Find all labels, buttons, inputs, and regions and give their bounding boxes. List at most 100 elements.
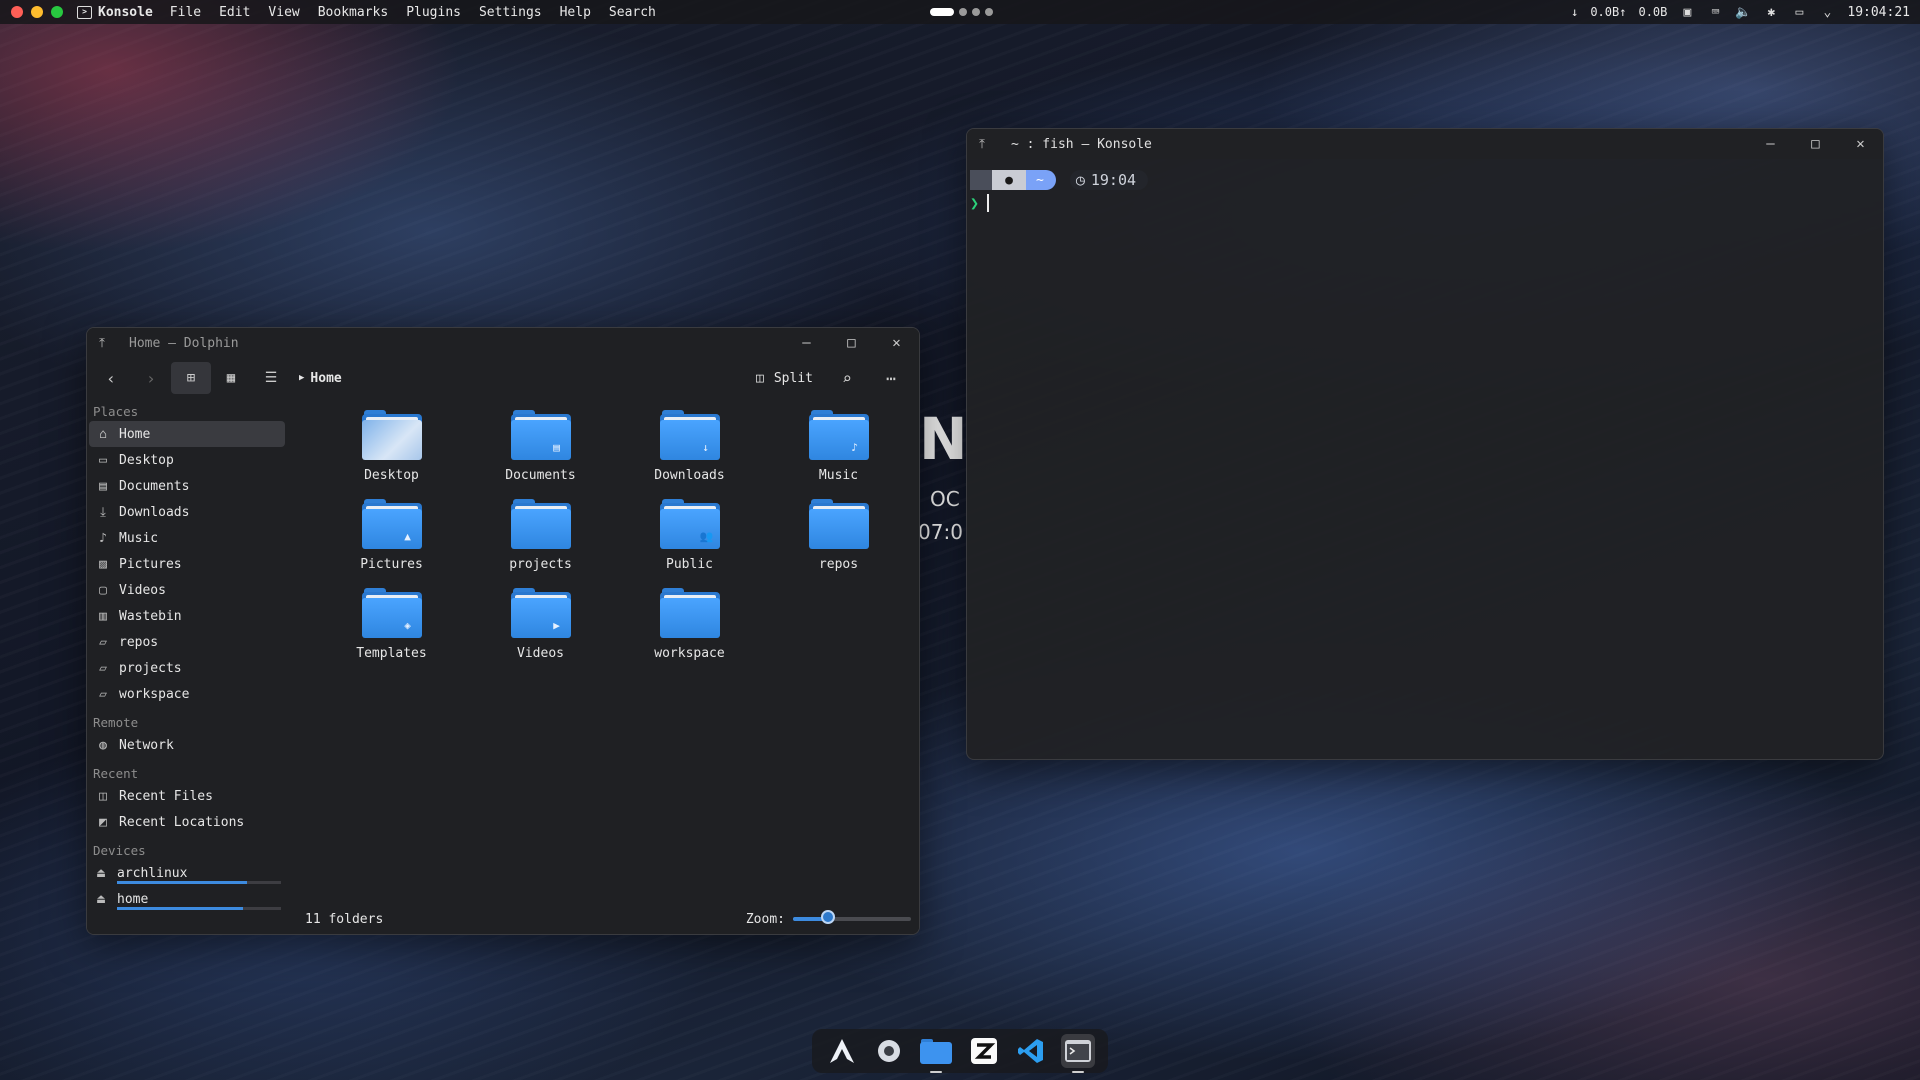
- minimize-button[interactable]: –: [1748, 129, 1793, 159]
- sidebar-item-recent-files[interactable]: ◫ Recent Files: [89, 783, 285, 809]
- folder-emblem-icon: ▤: [553, 441, 560, 454]
- desktop-2[interactable]: [959, 8, 967, 16]
- clock[interactable]: 19:04:21: [1847, 5, 1910, 20]
- settings-icon[interactable]: [872, 1034, 906, 1068]
- sidebar-item-downloads[interactable]: ⤓ Downloads: [89, 499, 285, 525]
- device-home[interactable]: ⏏ home: [87, 886, 287, 912]
- folder-icon: 👥: [659, 499, 720, 549]
- maximize-dot[interactable]: [51, 6, 63, 18]
- folder-item[interactable]: ↓ Downloads: [615, 410, 764, 483]
- menu-view[interactable]: View: [259, 5, 308, 20]
- menu-bookmarks[interactable]: Bookmarks: [309, 5, 397, 20]
- details-view-button[interactable]: ☰: [251, 362, 291, 394]
- chevron-down-icon[interactable]: ⌄: [1819, 5, 1835, 20]
- folder-item[interactable]: repos: [764, 499, 913, 572]
- menu-edit[interactable]: Edit: [210, 5, 259, 20]
- minimize-dot[interactable]: [31, 6, 43, 18]
- folder-item[interactable]: ▲ Pictures: [317, 499, 466, 572]
- folder-label: Videos: [517, 646, 564, 661]
- input-line[interactable]: ❯: [970, 194, 1880, 212]
- folder-label: repos: [818, 557, 859, 572]
- terminal-icon[interactable]: [1061, 1034, 1096, 1073]
- folder-icon: [361, 410, 422, 460]
- compact-view-button[interactable]: ▦: [211, 362, 251, 394]
- desktop-1[interactable]: [930, 8, 954, 16]
- sidebar-item-repos[interactable]: ▱ repos: [89, 629, 285, 655]
- folder-emblem-icon: 👥: [699, 530, 714, 543]
- minimize-button[interactable]: –: [784, 328, 829, 358]
- sidebar-item-projects[interactable]: ▱ projects: [89, 655, 285, 681]
- zed-icon[interactable]: [967, 1034, 1001, 1068]
- folder-item[interactable]: ▶ Videos: [466, 588, 615, 661]
- arch-launcher-icon[interactable]: [825, 1034, 859, 1068]
- sidebar-item-documents[interactable]: ▤ Documents: [89, 473, 285, 499]
- close-button[interactable]: ✕: [874, 328, 919, 358]
- maximize-button[interactable]: □: [829, 328, 874, 358]
- sidebar-item-network[interactable]: ◍ Network: [89, 732, 285, 758]
- konsole-titlebar[interactable]: ⤒ ~ : fish — Konsole – □ ✕: [967, 129, 1883, 159]
- terminal-tray-icon[interactable]: ▣: [1679, 5, 1695, 20]
- folder-icon: [510, 499, 571, 549]
- menu-settings[interactable]: Settings: [470, 5, 551, 20]
- sidebar-item-home[interactable]: ⌂ Home: [89, 421, 285, 447]
- folder-item[interactable]: ♪ Music: [764, 410, 913, 483]
- split-button[interactable]: ◫ Split: [746, 371, 823, 386]
- pin-icon[interactable]: ⤒: [967, 137, 997, 152]
- menu-search[interactable]: Search: [600, 5, 665, 20]
- file-view[interactable]: Desktop ▤ Documents ↓ Downloads ♪ Music ▲ Pictur…: [293, 398, 919, 904]
- vscode-icon[interactable]: [1014, 1034, 1048, 1068]
- desktop-3[interactable]: [972, 8, 980, 16]
- zoom-slider[interactable]: [793, 910, 911, 924]
- maximize-button[interactable]: □: [1793, 129, 1838, 159]
- forward-button[interactable]: ›: [131, 362, 171, 394]
- virtual-desktop-pager: [930, 8, 993, 16]
- menu-help[interactable]: Help: [551, 5, 600, 20]
- close-button[interactable]: ✕: [1838, 129, 1883, 159]
- folder-grid: Desktop ▤ Documents ↓ Downloads ♪ Music ▲ Pictur…: [317, 410, 913, 661]
- sidebar-item-pictures[interactable]: ▨ Pictures: [89, 551, 285, 577]
- wallpaper-time-text: 07:0: [918, 520, 963, 544]
- files-icon[interactable]: [919, 1034, 953, 1073]
- breadcrumb-home[interactable]: Home: [310, 371, 341, 386]
- sidebar-item-desktop[interactable]: ▭ Desktop: [89, 447, 285, 473]
- sidebar-item-workspace[interactable]: ▱ workspace: [89, 681, 285, 707]
- folder-item[interactable]: 👥 Public: [615, 499, 764, 572]
- device-archlinux[interactable]: ⏏ archlinux: [87, 860, 287, 886]
- display-icon[interactable]: ▭: [1791, 5, 1807, 20]
- desktop-4[interactable]: [985, 8, 993, 16]
- sidebar-item-videos[interactable]: ▢ Videos: [89, 577, 285, 603]
- zoom-slider-handle[interactable]: [821, 910, 836, 924]
- pin-icon[interactable]: ⤒: [87, 336, 117, 351]
- app-name: Konsole: [98, 4, 153, 20]
- volume-icon[interactable]: 🔈: [1735, 5, 1751, 20]
- keyboard-icon[interactable]: ⌨: [1707, 5, 1723, 20]
- close-dot[interactable]: [11, 6, 23, 18]
- folder-item[interactable]: ◈ Templates: [317, 588, 466, 661]
- bluetooth-icon[interactable]: ✱: [1763, 5, 1779, 20]
- menu-plugins[interactable]: Plugins: [397, 5, 470, 20]
- dolphin-titlebar[interactable]: ⤒ Home — Dolphin – □ ✕: [87, 328, 919, 358]
- sidebar-item-music[interactable]: ♪ Music: [89, 525, 285, 551]
- folder-emblem-icon: ▲: [404, 530, 411, 543]
- prompt-line: ● ~ ◷ 19:04: [970, 169, 1880, 191]
- app-menu[interactable]: > Konsole: [73, 5, 161, 20]
- folder-item[interactable]: ▤ Documents: [466, 410, 615, 483]
- menu-file[interactable]: File: [161, 5, 210, 20]
- back-button[interactable]: ‹: [91, 362, 131, 394]
- terminal-area[interactable]: ● ~ ◷ 19:04 ❯: [967, 159, 1883, 759]
- folder-item[interactable]: projects: [466, 499, 615, 572]
- more-options-icon[interactable]: ⋯: [871, 362, 911, 394]
- dock: [812, 1029, 1108, 1073]
- folder-item[interactable]: Desktop: [317, 410, 466, 483]
- sidebar-item-recent-locations[interactable]: ◩ Recent Locations: [89, 809, 285, 835]
- breadcrumb[interactable]: ▶ Home: [299, 371, 342, 386]
- downloads-icon: ⤓: [100, 504, 106, 520]
- folder-item[interactable]: workspace: [615, 588, 764, 661]
- icons-view-button[interactable]: ⊞: [171, 362, 211, 394]
- sidebar-item-label: workspace: [119, 686, 190, 702]
- search-icon[interactable]: ⌕: [827, 362, 867, 394]
- sidebar-item-wastebin[interactable]: ▥ Wastebin: [89, 603, 285, 629]
- wallpaper-clock-glyph: N: [919, 405, 968, 473]
- prompt-start-segment: [970, 170, 992, 190]
- folder-icon: ↓: [659, 410, 720, 460]
